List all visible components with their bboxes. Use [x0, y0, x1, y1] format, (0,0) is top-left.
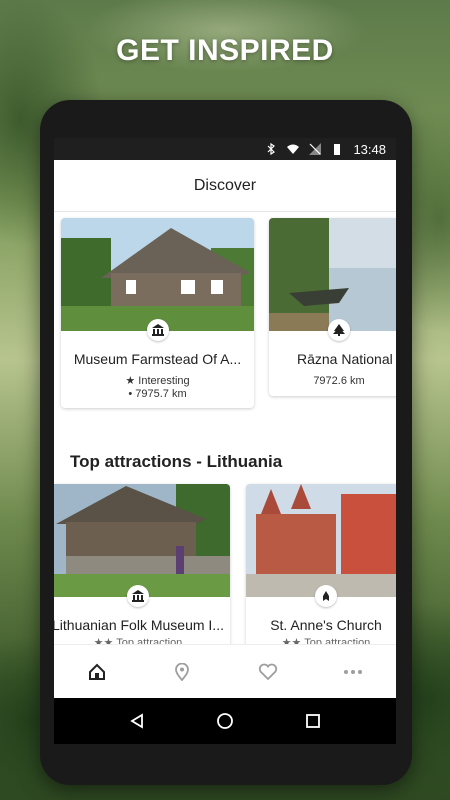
nav-favorites[interactable] — [248, 652, 288, 692]
recents-icon[interactable] — [305, 713, 321, 729]
card-title: Lithuanian Folk Museum I... — [54, 617, 224, 633]
card-distance: • 7975.7 km — [128, 388, 187, 400]
top-attractions-carousel[interactable]: Lithuanian Folk Museum I... ★★ Top attra… — [54, 484, 396, 654]
church-badge — [315, 585, 337, 607]
attraction-card[interactable]: St. Anne's Church ★★ Top attraction — [246, 484, 396, 654]
home-icon — [88, 663, 105, 680]
section-title: Top attractions - Lithuania — [70, 452, 283, 471]
attraction-card[interactable]: Lithuanian Folk Museum I... ★★ Top attra… — [54, 484, 230, 654]
bottom-navigation — [54, 644, 396, 698]
status-bar: 13:48 — [54, 138, 396, 160]
tree-icon — [333, 324, 345, 336]
map-pin-icon — [175, 662, 190, 681]
bluetooth-icon — [268, 143, 276, 155]
card-title: Museum Farmstead Of A... — [73, 351, 242, 367]
home-circle-icon[interactable] — [216, 712, 234, 730]
nav-map[interactable] — [162, 652, 202, 692]
wifi-icon — [287, 144, 300, 154]
farmstead-photo — [61, 218, 254, 341]
headline: GET INSPIRED — [116, 34, 334, 67]
church-photo — [246, 484, 396, 607]
nav-more[interactable] — [333, 652, 373, 692]
folk-museum-photo — [54, 484, 230, 607]
heart-icon — [258, 663, 277, 680]
museum-badge — [146, 319, 169, 341]
card-distance: 7972.6 km — [313, 375, 365, 387]
page-title: Discover — [193, 176, 257, 194]
church-icon — [323, 591, 329, 601]
back-icon[interactable] — [129, 713, 145, 729]
discover-card[interactable]: Rāzna National Park 7972.6 km — [269, 218, 396, 396]
discover-carousel[interactable]: Museum Farmstead Of A... ★ Interesting •… — [54, 218, 396, 413]
lake-photo — [269, 218, 396, 341]
status-time: 13:48 — [353, 141, 386, 157]
park-badge — [328, 319, 350, 341]
app-screen: 13:48 Discover Museum Farmstead Of A... … — [54, 138, 396, 698]
museum-icon — [132, 590, 144, 602]
discover-card[interactable]: Museum Farmstead Of A... ★ Interesting •… — [61, 218, 254, 408]
nav-home[interactable] — [77, 652, 117, 692]
card-title: Rāzna National Park — [297, 351, 396, 367]
museum-badge — [127, 585, 149, 607]
more-icon — [344, 669, 363, 674]
battery-icon — [334, 144, 341, 155]
system-navigation-bar — [54, 698, 396, 744]
app-bar: Discover — [54, 160, 396, 212]
signal-icon — [309, 143, 322, 155]
museum-icon — [151, 324, 164, 336]
card-tag: ★ Interesting — [125, 375, 190, 387]
card-title: St. Anne's Church — [270, 617, 382, 633]
